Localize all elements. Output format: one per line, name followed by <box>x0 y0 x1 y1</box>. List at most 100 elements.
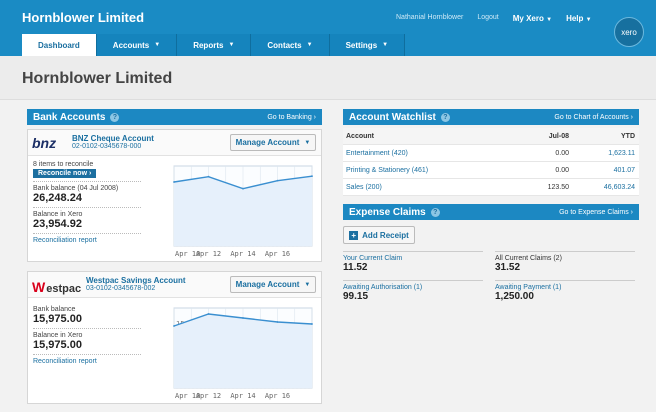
divider <box>33 354 141 355</box>
reconciliation-report-link[interactable]: Reconciliation report <box>33 358 141 365</box>
card-header: Westpac Westpac Savings Account 03-0102-… <box>28 272 321 298</box>
tab-contacts[interactable]: Contacts ▼ <box>251 34 330 56</box>
watchlist-table: Account Jul-08 YTD Entertainment (420) 0… <box>343 128 639 196</box>
table-row: Sales (200) 123.50 46,603.24 <box>343 179 639 196</box>
bnz-logo: bnz <box>32 135 57 151</box>
xero-logo[interactable]: xero <box>614 17 644 47</box>
tab-reports[interactable]: Reports ▼ <box>177 34 252 56</box>
account-summary: Bank balance 15,975.00 Balance in Xero 1… <box>33 306 141 365</box>
chevron-down-icon: ▼ <box>304 281 311 288</box>
chevron-down-icon: ▼ <box>304 139 311 146</box>
balance-chart-bnz: 010,00020,000Apr 10Apr 12Apr 14Apr 16 <box>173 165 313 258</box>
ytd-value[interactable]: 1,623.11 <box>573 150 639 157</box>
data-point <box>207 313 210 315</box>
account-link[interactable]: Printing & Stationery (461) <box>343 167 513 174</box>
help-icon[interactable]: ? <box>430 207 440 217</box>
logout-link[interactable]: Logout <box>477 14 498 23</box>
claim-label: All Current Claims (2) <box>495 255 562 262</box>
series-area <box>174 314 312 388</box>
x-tick-label: Apr 14 <box>230 250 255 258</box>
org-name[interactable]: Hornblower Limited <box>22 10 144 25</box>
claim-label[interactable]: Awaiting Authorisation (1) <box>343 284 483 291</box>
ytd-value[interactable]: 401.07 <box>573 167 639 174</box>
tab-settings[interactable]: Settings ▼ <box>329 34 406 56</box>
go-to-banking-link[interactable]: Go to Banking › <box>267 114 316 121</box>
account-name[interactable]: BNZ Cheque Account <box>72 134 154 143</box>
go-to-chart-of-accounts-link[interactable]: Go to Chart of Accounts › <box>554 114 633 121</box>
help-icon[interactable]: ? <box>110 112 120 122</box>
account-link[interactable]: Entertainment (420) <box>343 150 513 157</box>
westpac-w-icon: W <box>32 279 46 295</box>
table-row: Entertainment (420) 0.00 1,623.11 <box>343 145 639 162</box>
add-receipt-button[interactable]: + Add Receipt <box>343 226 415 244</box>
column-header-month: Jul-08 <box>548 132 569 140</box>
tab-accounts[interactable]: Accounts ▼ <box>96 34 178 56</box>
claim-awaiting-authorisation: Awaiting Authorisation (1) 99.15 <box>343 280 483 302</box>
x-tick-label: Apr 12 <box>196 392 221 400</box>
xero-balance-value: 15,975.00 <box>33 339 82 351</box>
claim-all-current: All Current Claims (2) 31.52 <box>495 251 635 273</box>
xero-balance-label: Balance in Xero <box>33 211 83 218</box>
user-name[interactable]: Nathanial Hornblower <box>396 14 463 23</box>
my-xero-menu[interactable]: My Xero ▼ <box>513 14 552 23</box>
claim-value: 99.15 <box>343 291 369 302</box>
page-title: Hornblower Limited <box>22 70 173 87</box>
account-name[interactable]: Westpac Savings Account <box>86 276 186 285</box>
reconciliation-report-link[interactable]: Reconciliation report <box>33 237 141 244</box>
divider <box>33 328 141 329</box>
data-point <box>242 187 244 190</box>
chevron-down-icon: ▼ <box>228 42 235 48</box>
month-value: 0.00 <box>555 149 569 157</box>
bank-account-card-westpac: Westpac Westpac Savings Account 03-0102-… <box>27 271 322 404</box>
claim-value: 1,250.00 <box>495 291 534 302</box>
main-nav: Dashboard Accounts ▼ Reports ▼ Contacts ▼ S… <box>22 34 406 56</box>
bank-balance-value: 15,975.00 <box>33 313 82 325</box>
manage-account-button[interactable]: Manage Account ▼ <box>230 134 316 151</box>
month-value: 0.00 <box>555 166 569 174</box>
x-tick-label: Apr 14 <box>230 392 255 400</box>
chevron-down-icon: ▼ <box>585 17 592 23</box>
column-header-account: Account <box>346 132 374 140</box>
tab-dashboard[interactable]: Dashboard <box>22 34 97 56</box>
plus-icon: + <box>349 230 359 240</box>
items-to-reconcile: 8 items to reconcile <box>33 161 94 168</box>
bank-account-card-bnz: bnz BNZ Cheque Account 02-0102-0345678-0… <box>27 129 322 262</box>
reconcile-now-button[interactable]: Reconcile now › <box>33 169 97 178</box>
account-number: 02-0102-0345678-000 <box>72 143 142 150</box>
chevron-down-icon: ▼ <box>546 17 553 23</box>
x-tick-label: Apr 12 <box>196 250 221 258</box>
divider <box>33 181 141 182</box>
expense-claims-header: Expense Claims? Go to Expense Claims › <box>343 204 639 220</box>
table-header-row: Account Jul-08 YTD <box>343 128 639 145</box>
chevron-down-icon: ▼ <box>306 42 313 48</box>
claim-value: 11.52 <box>343 262 368 273</box>
westpac-logo: Westpac <box>32 279 82 295</box>
account-summary: 8 items to reconcile Reconcile now › Ban… <box>33 161 141 244</box>
bank-accounts-title: Bank Accounts <box>33 111 106 123</box>
claim-label[interactable]: Your Current Claim <box>343 255 483 262</box>
month-value: 123.50 <box>547 183 569 191</box>
xero-balance-value: 23,954.92 <box>33 218 82 230</box>
bank-balance-value: 26,248.24 <box>33 192 82 204</box>
divider <box>33 233 141 234</box>
divider <box>33 207 141 208</box>
ytd-value[interactable]: 46,603.24 <box>573 184 639 191</box>
card-header: bnz BNZ Cheque Account 02-0102-0345678-0… <box>28 130 321 156</box>
claim-label[interactable]: Awaiting Payment (1) <box>495 284 635 291</box>
x-tick-label: Apr 16 <box>265 392 290 400</box>
account-link[interactable]: Sales (200) <box>343 184 513 191</box>
claim-your-current: Your Current Claim 11.52 <box>343 251 483 273</box>
data-point <box>311 175 313 178</box>
data-point <box>276 179 279 182</box>
chevron-down-icon: ▼ <box>382 42 389 48</box>
help-icon[interactable]: ? <box>440 112 450 122</box>
data-point <box>276 321 279 323</box>
claim-awaiting-payment: Awaiting Payment (1) 1,250.00 <box>495 280 635 302</box>
data-point <box>242 317 244 319</box>
manage-account-button[interactable]: Manage Account ▼ <box>230 276 316 293</box>
help-menu[interactable]: Help ▼ <box>566 14 592 23</box>
top-bar: Hornblower Limited Nathanial Hornblower … <box>0 0 656 56</box>
go-to-expense-claims-link[interactable]: Go to Expense Claims › <box>559 209 633 216</box>
watchlist-title: Account Watchlist <box>349 111 436 123</box>
table-row: Printing & Stationery (461) 0.00 401.07 <box>343 162 639 179</box>
